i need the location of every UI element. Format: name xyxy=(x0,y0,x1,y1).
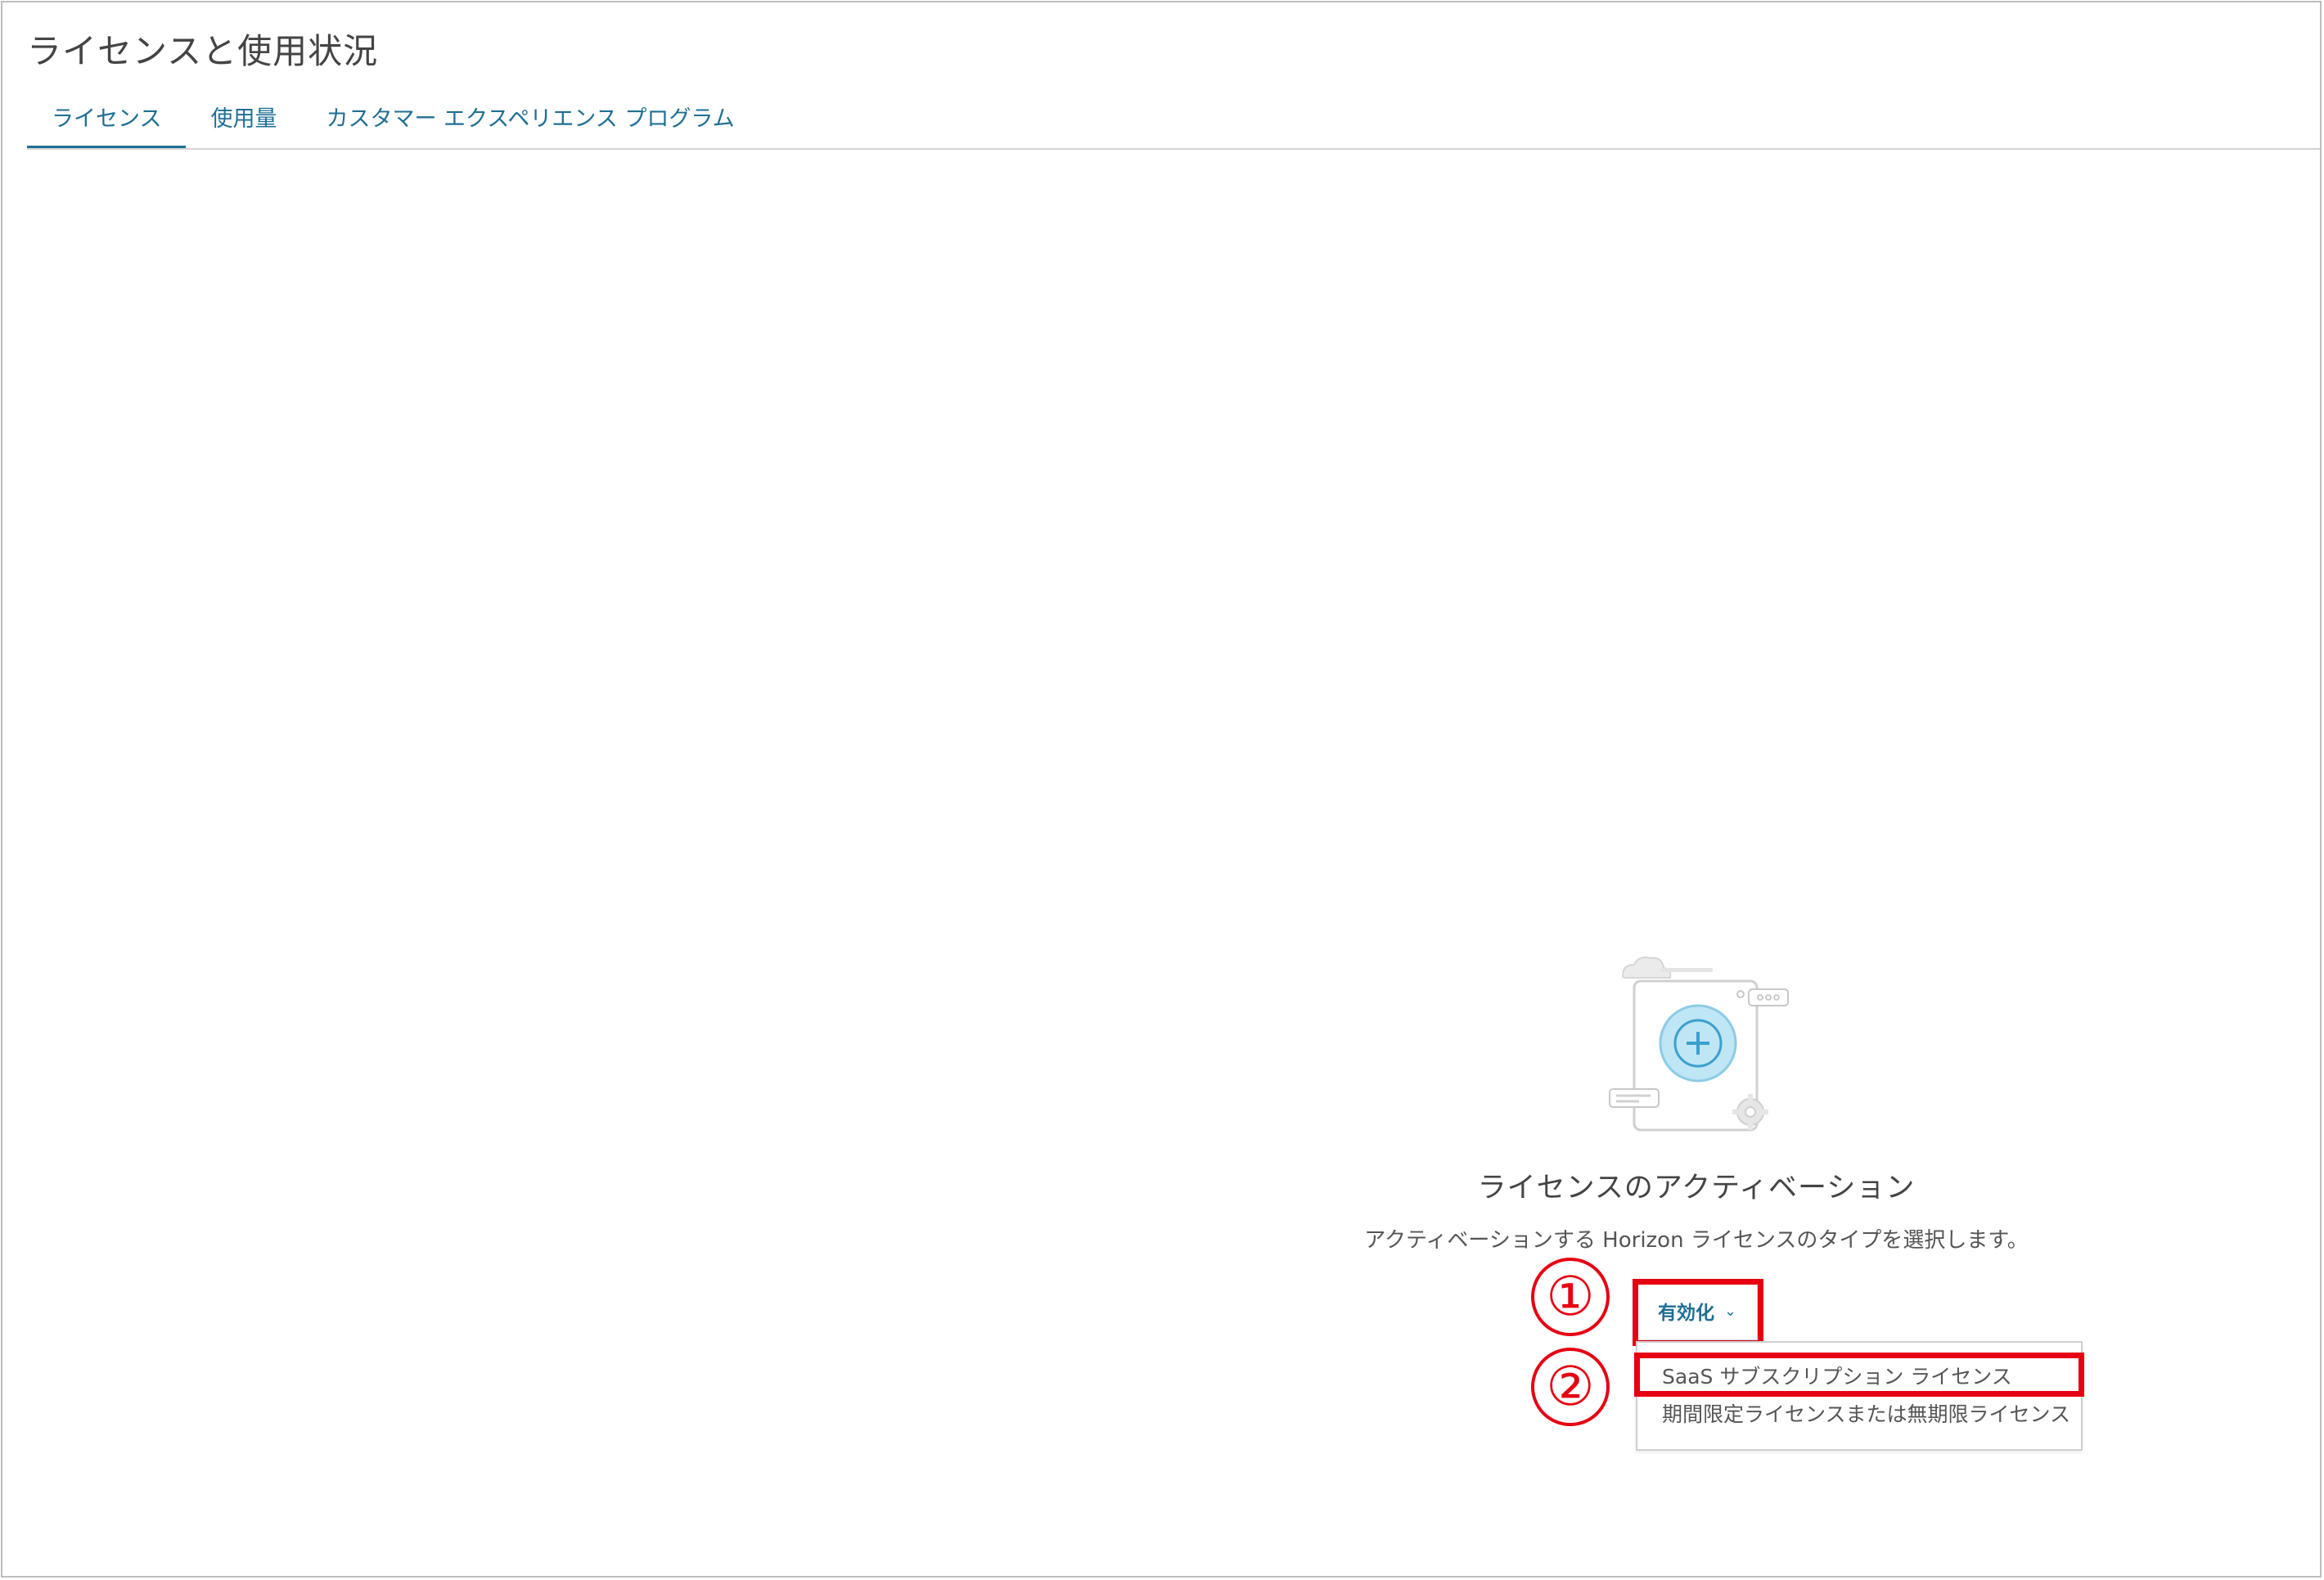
chevron-down-icon: ⌄ xyxy=(1723,1302,1737,1320)
step-marker-1: ① xyxy=(1531,1258,1610,1336)
activate-button-label: 有効化 xyxy=(1657,1303,1714,1324)
empty-state-title: ライセンスのアクティベーション xyxy=(1477,1172,1916,1204)
license-add-illustration-icon xyxy=(1609,957,1789,1132)
activate-dropdown-menu: SaaS サブスクリプション ライセンス 期間限定ライセンスまたは無期限ライセン… xyxy=(1636,1341,2083,1451)
license-usage-panel: ライセンスと使用状況 ライセンス 使用量 カスタマー エクスペリエンス プログラ… xyxy=(1,1,2322,1578)
page-title: ライセンスと使用状況 xyxy=(27,31,379,71)
tab-bar: ライセンス 使用量 カスタマー エクスペリエンス プログラム xyxy=(27,91,759,150)
tab-usage[interactable]: 使用量 xyxy=(186,91,301,150)
step-marker-2: ② xyxy=(1531,1348,1610,1426)
empty-state-description: アクティベーションする Horizon ライセンスのタイプを選択します。 xyxy=(1364,1228,2029,1253)
tab-bar-divider xyxy=(27,148,2320,150)
activate-dropdown-button[interactable]: 有効化 ⌄ xyxy=(1636,1281,1759,1341)
menu-item-term-or-perpetual-license[interactable]: 期間限定ライセンスまたは無期限ライセンス xyxy=(1662,1398,2070,1428)
menu-item-saas-subscription-license[interactable]: SaaS サブスクリプション ライセンス xyxy=(1662,1361,2012,1390)
tab-customer-experience-program[interactable]: カスタマー エクスペリエンス プログラム xyxy=(301,91,759,150)
tab-license[interactable]: ライセンス xyxy=(27,91,187,150)
